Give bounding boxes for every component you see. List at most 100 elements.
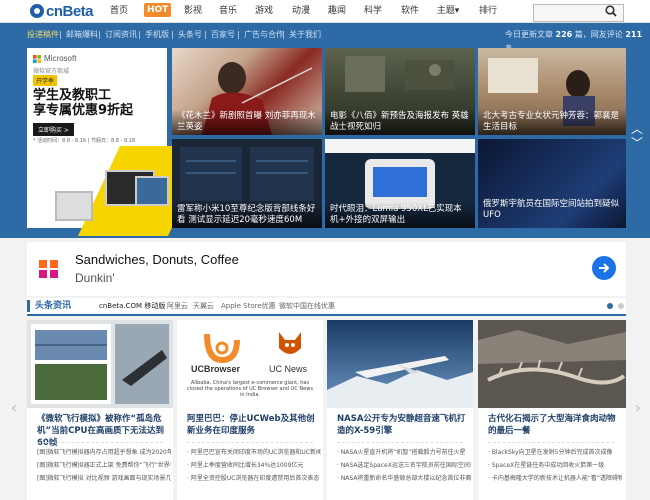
dunkin-logo-icon — [37, 257, 61, 281]
tile-caption: 电影《八佰》新预告及海报发布 英雄战士视死如归 — [325, 109, 475, 135]
headlines-bar: 头条资讯 cnBeta.COM 移动版 阿里云 天翼云 Apple Store优… — [27, 298, 626, 316]
chevron-left-icon[interactable]: ‹ — [8, 398, 20, 418]
nav-home[interactable]: 首页 — [104, 0, 134, 22]
featured-tile[interactable]: 电影《八佰》新预告及海报发布 英雄战士视死如归 — [325, 48, 475, 135]
microsoft-ad[interactable]: Microsoft 微软官方商城 开学季 学生及教职工 享专属优惠9折起 立即购买… — [27, 48, 210, 236]
subnav-ads[interactable]: 广告与合作 — [244, 28, 284, 42]
nav-ranking[interactable]: 排行 — [473, 0, 503, 22]
subnav-baijia[interactable]: 百家号 — [211, 28, 235, 42]
carousel-dot[interactable] — [618, 303, 624, 309]
link-apple-store[interactable]: Apple Store优惠 — [221, 298, 276, 314]
x59-photo — [327, 320, 473, 408]
image-caption: Alibaba, China's largest e-commerce gian… — [187, 380, 313, 398]
related-link[interactable]: · 阿里巴巴宣布关闭印度市场的UC浏览器和UC新闻 — [187, 447, 321, 456]
ucbrowser-logo-icon — [204, 333, 240, 364]
ad-subbrand: 微软官方商城 — [33, 68, 70, 75]
featured-tile[interactable]: 时代眼泪：Lumia 950XL已实现本机+外接的双屏输出 — [325, 139, 475, 228]
subnav-submit[interactable]: 投递稿件 — [27, 28, 59, 42]
news-card[interactable]: 《微软飞行模拟》被称作“孤岛危机”当前CPU在高画质下无法达到60帧 [图]微软… — [27, 320, 173, 500]
ad-headline-line1: 学生及教职工 — [33, 88, 112, 103]
chevron-right-icon[interactable]: › — [632, 398, 644, 418]
featured-tile[interactable]: 北大考古专业女状元钟芳蓉：郭襄是生活目标 — [478, 48, 626, 135]
related-link[interactable]: [图]微软飞行模拟 对比视频 游戏画面与现实场景几乎一模 — [37, 473, 171, 482]
card-image — [27, 320, 173, 408]
featured-tile[interactable]: 《花木兰》新剧照首曝 刘亦菲再现木兰英姿 — [172, 48, 322, 135]
subnav-sep: | — [138, 30, 141, 39]
card-title[interactable]: NASA公开专为安静超音速飞机打造的X-59引擎 — [337, 413, 467, 437]
ad-headline-line2: 享专属优惠9折起 — [33, 103, 134, 118]
nav-anime[interactable]: 动漫 — [286, 0, 316, 22]
related-link[interactable]: · SpaceX在星链任务中成功回收火箭第一级 — [488, 460, 622, 469]
card-title[interactable]: 《微软飞行模拟》被称作“孤岛危机”当前CPU在高画质下无法达到60帧 — [37, 413, 167, 449]
related-link[interactable]: [图]微软飞行模拟器内存占用超乎想象 成为2020年升分最 — [37, 447, 171, 456]
related-link[interactable]: · 阿里上季度营收同比增长34%达1009亿元 — [187, 460, 321, 469]
card-title[interactable]: 阿里巴巴：停止UCWeb及其他创新业务在印度服务 — [187, 413, 317, 437]
nav-fun[interactable]: 趣闻 — [322, 0, 352, 22]
related-link[interactable]: · 阿里全资控股UC浏览器在印度遭禁用后首次表态 — [187, 473, 321, 482]
related-link[interactable]: [图]微软飞行模拟器正式上架 免费帮你“飞行”世界各地 — [37, 460, 171, 469]
related-link[interactable]: · NASA火星直升机将“机智”搭载毅力号前往火星 — [337, 447, 471, 456]
card-title[interactable]: 古代化石揭示了大型海洋食肉动物的最后一餐 — [488, 413, 618, 437]
ad-tag: 开学季 — [33, 75, 58, 86]
subnav-sep: | — [282, 30, 285, 39]
chevron-down-icon[interactable]: ﹀ — [630, 136, 644, 150]
news-card[interactable]: 古代化石揭示了大型海洋食肉动物的最后一餐 · BlackSky向卫星在发射5分钟… — [478, 320, 626, 500]
nav-topics-label: 主题 — [436, 6, 455, 16]
nav-hot[interactable]: HOT — [144, 3, 172, 17]
chevron-down-icon: ▾ — [454, 6, 460, 16]
subnav-mobile[interactable]: 手机版 — [145, 28, 169, 42]
tablet-image — [55, 191, 93, 221]
tile-caption: 雷军称小米10至尊纪念版背部线条好看 测试显示延迟20毫秒速度60M — [172, 202, 322, 228]
ad-subtitle: Dunkin' — [75, 271, 115, 285]
link-mobile[interactable]: cnBeta.COM 移动版 — [99, 298, 165, 314]
logo-icon — [30, 4, 44, 18]
subnav-toutiao[interactable]: 头条号 — [178, 28, 202, 42]
site-logo[interactable]: cnBeta — [30, 2, 94, 20]
top-navigation: cnBeta 首页 HOT 影视 音乐 游戏 动漫 趣闻 科学 软件 主题▾ 排… — [0, 0, 650, 23]
related-link[interactable]: · BlackSky向卫星在发射5分钟后完成首次成像 — [488, 447, 622, 456]
subnav-tips[interactable]: 邮箱爆料 — [66, 28, 98, 42]
nav-topics[interactable]: 主题▾ — [433, 0, 463, 22]
related-link[interactable]: · NASA选定SpaceX运送三名宇航员前往国际空间站 — [337, 460, 471, 469]
subnav-about[interactable]: 关于我们 — [289, 28, 321, 42]
subnav-subscribe[interactable]: 订阅资讯 — [105, 28, 137, 42]
navigate-icon[interactable] — [592, 256, 616, 280]
tile-caption: 《花木兰》新剧照首曝 刘亦菲再现木兰英姿 — [172, 109, 322, 135]
related-link[interactable]: · NASA将重新命名华盛顿总部大楼以纪念首位非裔女工 — [337, 473, 471, 482]
dunkin-ad[interactable]: Sandwiches, Donuts, Coffee Dunkin' — [27, 242, 626, 296]
subnav-sep: | — [171, 30, 174, 39]
tile-caption: 俄罗斯宇航员在国际空间站拍到疑似UFO — [483, 199, 620, 220]
divider — [37, 442, 163, 443]
nav-games[interactable]: 游戏 — [249, 0, 279, 22]
search-icon[interactable] — [604, 4, 618, 18]
nav-software[interactable]: 软件 — [395, 0, 425, 22]
news-card[interactable]: UCBrowser UC News Alibaba, China's large… — [177, 320, 323, 500]
featured-tile[interactable]: 雷军称小米10至尊纪念版背部线条好看 测试显示延迟20毫秒速度60M — [172, 139, 322, 228]
nav-science[interactable]: 科学 — [358, 0, 388, 22]
section-title: 头条资讯 — [35, 301, 72, 311]
stats-comments: 211 — [625, 30, 643, 39]
stats-today-label: 今日更新文章 — [505, 30, 553, 39]
link-microsoft-store[interactable]: 微软中国在线优惠 — [279, 298, 335, 314]
link-tianyi[interactable]: 天翼云 — [193, 298, 214, 314]
card-image — [327, 320, 473, 408]
tile-caption: 时代眼泪：Lumia 950XL已实现本机+外接的双屏输出 — [325, 202, 475, 228]
ad-headline: 学生及教职工 享专属优惠9折起 — [33, 88, 163, 118]
link-aliyun[interactable]: 阿里云 — [167, 298, 188, 314]
chevron-up-icon[interactable]: ︿ — [630, 122, 644, 136]
card-image: UCBrowser UC News Alibaba, China's large… — [177, 320, 323, 408]
related-link[interactable]: · 卡内基梅隆大学的新技术让机器人能“看”透障碍物 — [488, 473, 622, 482]
featured-tile[interactable]: 俄罗斯宇航员在国际空间站拍到疑似UFO — [478, 139, 626, 228]
site-stats: 今日更新文章 226 篇，网友评论 211 条 — [505, 28, 650, 53]
ucbrowser-label: UCBrowser — [191, 364, 241, 374]
microsoft-logo-icon — [33, 55, 41, 63]
subnav-sep: | — [59, 30, 62, 39]
ad-buy-button[interactable]: 立即购买 > — [33, 123, 74, 136]
nav-movies[interactable]: 影视 — [178, 0, 208, 22]
carousel-dot-active[interactable] — [607, 303, 613, 309]
nav-music[interactable]: 音乐 — [213, 0, 243, 22]
news-card[interactable]: NASA公开专为安静超音速飞机打造的X-59引擎 · NASA火星直升机将“机智… — [327, 320, 473, 500]
stats-today-count: 226 — [555, 30, 573, 39]
flight-sim-screenshot — [27, 320, 173, 408]
stats-today-unit: 篇，网友评论 — [574, 30, 623, 39]
